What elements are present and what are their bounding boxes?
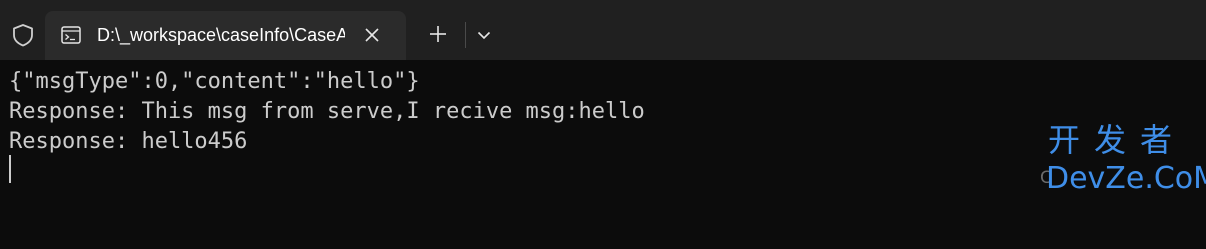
text-cursor: [9, 155, 11, 183]
tab-title: D:\_workspace\caseInfo\CaseA: [97, 25, 345, 45]
tab-bar: D:\_workspace\caseInfo\CaseA: [0, 0, 1206, 60]
terminal-line: {"msgType":0,"content":"hello"}: [9, 69, 420, 94]
chevron-down-icon[interactable]: [475, 26, 493, 44]
terminal-icon: [61, 26, 81, 44]
terminal-output[interactable]: {"msgType":0,"content":"hello"} Response…: [0, 60, 1206, 249]
tabbar-divider: [465, 22, 466, 48]
watermark: 开发者 C DevZe.CoM: [1040, 120, 1206, 246]
plus-icon[interactable]: [426, 22, 450, 46]
watermark-en: DevZe.CoM: [1046, 161, 1206, 196]
terminal-window: D:\_workspace\caseInfo\CaseA {"msgType":…: [0, 0, 1206, 249]
terminal-line: Response: hello456: [9, 129, 248, 154]
shield-icon[interactable]: [10, 22, 36, 48]
terminal-line: Response: This msg from serve,I recive m…: [9, 99, 645, 124]
close-icon[interactable]: [363, 26, 381, 44]
watermark-cn: 开发者: [1048, 121, 1187, 159]
tab-active[interactable]: D:\_workspace\caseInfo\CaseA: [45, 11, 406, 60]
